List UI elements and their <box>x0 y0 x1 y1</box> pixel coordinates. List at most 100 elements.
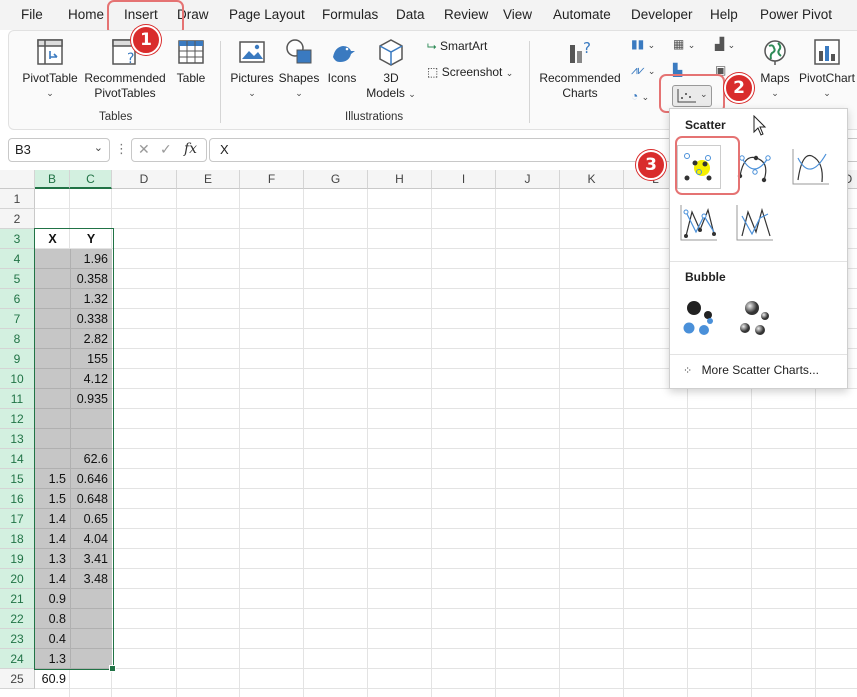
recommended-charts-button[interactable]: ? Recommended Charts <box>537 37 623 101</box>
column-header-c[interactable]: C <box>70 170 112 189</box>
3d-models-button[interactable]: 3D Models ⌄ <box>361 37 421 102</box>
column-header-b[interactable]: B <box>35 170 70 189</box>
row-header-6[interactable]: 6 <box>0 289 35 309</box>
menu-power-pivot[interactable]: Power Pivot <box>760 7 832 22</box>
row-header-13[interactable]: 13 <box>0 429 35 449</box>
chevron-down-icon: ⌄ <box>647 66 656 76</box>
scatter-straight-lines-option[interactable] <box>733 201 777 245</box>
waterfall-chart-button[interactable]: ▟ ⌄ <box>715 37 735 51</box>
row-header-10[interactable]: 10 <box>0 369 35 389</box>
shapes-button[interactable]: Shapes ⌄ <box>277 37 321 101</box>
3d-models-label-2: Models <box>366 86 405 100</box>
hierarchy-chart-icon: ▦ <box>673 37 685 51</box>
insert-function-icon[interactable]: fx <box>184 141 197 157</box>
pivotchart-icon <box>814 39 840 65</box>
row-header-20[interactable]: 20 <box>0 569 35 589</box>
scatter-straight-lines-markers-option[interactable] <box>677 201 721 245</box>
gridline <box>176 189 177 697</box>
chevron-down-icon: ⌄ <box>248 88 256 98</box>
line-chart-button[interactable]: ⩘⩗ ⌄ <box>631 63 655 78</box>
cancel-icon[interactable]: ✕ <box>138 141 150 158</box>
pie-chart-button[interactable]: ◔ ⌄ <box>631 89 649 103</box>
menu-data[interactable]: Data <box>396 7 425 22</box>
menu-file[interactable]: File <box>21 7 43 22</box>
more-scatter-charts-label: More Scatter Charts... <box>701 363 819 377</box>
menu-developer[interactable]: Developer <box>631 7 693 22</box>
row-header-17[interactable]: 17 <box>0 509 35 529</box>
row-header-4[interactable]: 4 <box>0 249 35 269</box>
gridline <box>303 189 304 697</box>
row-header-19[interactable]: 19 <box>0 549 35 569</box>
row-header-25[interactable]: 25 <box>0 669 35 689</box>
pictures-button[interactable]: Pictures ⌄ <box>227 37 277 101</box>
menu-view[interactable]: View <box>503 7 532 22</box>
bubble-option[interactable] <box>677 295 721 339</box>
group-separator <box>529 41 530 123</box>
menu-formulas[interactable]: Formulas <box>322 7 378 22</box>
chevron-down-icon: ⌄ <box>687 40 696 50</box>
column-header-f[interactable]: F <box>240 170 304 189</box>
column-chart-button[interactable]: ▮▮ ⌄ <box>631 37 655 51</box>
fill-handle[interactable] <box>109 665 116 672</box>
row-header-21[interactable]: 21 <box>0 589 35 609</box>
maps-button[interactable]: Maps ⌄ <box>755 37 795 101</box>
row-header-12[interactable]: 12 <box>0 409 35 429</box>
row-header-22[interactable]: 22 <box>0 609 35 629</box>
recommended-charts-icon: ? <box>570 39 591 63</box>
row-header-7[interactable]: 7 <box>0 309 35 329</box>
chevron-down-icon: ⌄ <box>647 40 656 50</box>
select-all-corner[interactable] <box>0 170 35 189</box>
divider <box>670 354 847 355</box>
gridline <box>35 428 857 429</box>
table-button[interactable]: Table <box>169 37 213 86</box>
column-header-i[interactable]: I <box>432 170 496 189</box>
gridline <box>35 548 857 549</box>
row-header-8[interactable]: 8 <box>0 329 35 349</box>
enter-check-icon[interactable]: ✓ <box>160 141 172 158</box>
scatter-smooth-lines-option[interactable] <box>789 145 833 189</box>
row-header-24[interactable]: 24 <box>0 649 35 669</box>
row-header-15[interactable]: 15 <box>0 469 35 489</box>
pivottable-button[interactable]: PivotTable ⌄ <box>17 37 83 101</box>
column-header-k[interactable]: K <box>560 170 624 189</box>
menu-review[interactable]: Review <box>444 7 488 22</box>
row-header-11[interactable]: 11 <box>0 389 35 409</box>
row-header-5[interactable]: 5 <box>0 269 35 289</box>
column-header-d[interactable]: D <box>112 170 177 189</box>
smartart-button[interactable]: ⮡ SmartArt <box>427 39 487 54</box>
gridline <box>35 648 857 649</box>
menu-automate[interactable]: Automate <box>553 7 611 22</box>
menu-page-layout[interactable]: Page Layout <box>229 7 305 22</box>
pivotchart-button[interactable]: PivotChart ⌄ <box>795 37 857 101</box>
gridline <box>35 468 857 469</box>
row-header-3[interactable]: 3 <box>0 229 35 249</box>
row-header-18[interactable]: 18 <box>0 529 35 549</box>
globe-icon <box>764 40 786 65</box>
row-header-14[interactable]: 14 <box>0 449 35 469</box>
row-header-16[interactable]: 16 <box>0 489 35 509</box>
menu-home[interactable]: Home <box>68 7 104 22</box>
row-header-1[interactable]: 1 <box>0 189 35 209</box>
row-header-2[interactable]: 2 <box>0 209 35 229</box>
bubble-3d-icon <box>740 301 769 335</box>
name-box[interactable]: B3 ⌄ <box>8 138 110 162</box>
step-badge-1: 1 <box>131 25 161 55</box>
row-header-23[interactable]: 23 <box>0 629 35 649</box>
row-header-9[interactable]: 9 <box>0 349 35 369</box>
more-scatter-charts-link[interactable]: ⁘ More Scatter Charts... <box>683 363 819 377</box>
bubble-heading: Bubble <box>685 270 726 284</box>
column-header-g[interactable]: G <box>304 170 368 189</box>
bubble-3d-option[interactable] <box>733 295 777 339</box>
bubble-icon <box>683 301 713 335</box>
column-header-j[interactable]: J <box>496 170 560 189</box>
hierarchy-chart-button[interactable]: ▦ ⌄ <box>673 37 695 51</box>
icons-button[interactable]: Icons <box>323 37 361 86</box>
menu-help[interactable]: Help <box>710 7 738 22</box>
cell-b25[interactable]: 60.9 <box>35 669 70 689</box>
column-header-h[interactable]: H <box>368 170 432 189</box>
3d-models-label-1: 3D <box>383 71 399 85</box>
pivottable-icon <box>37 39 63 65</box>
column-header-e[interactable]: E <box>177 170 240 189</box>
screenshot-button[interactable]: ⬚ Screenshot ⌄ <box>427 65 513 79</box>
shapes-icon <box>286 39 312 64</box>
